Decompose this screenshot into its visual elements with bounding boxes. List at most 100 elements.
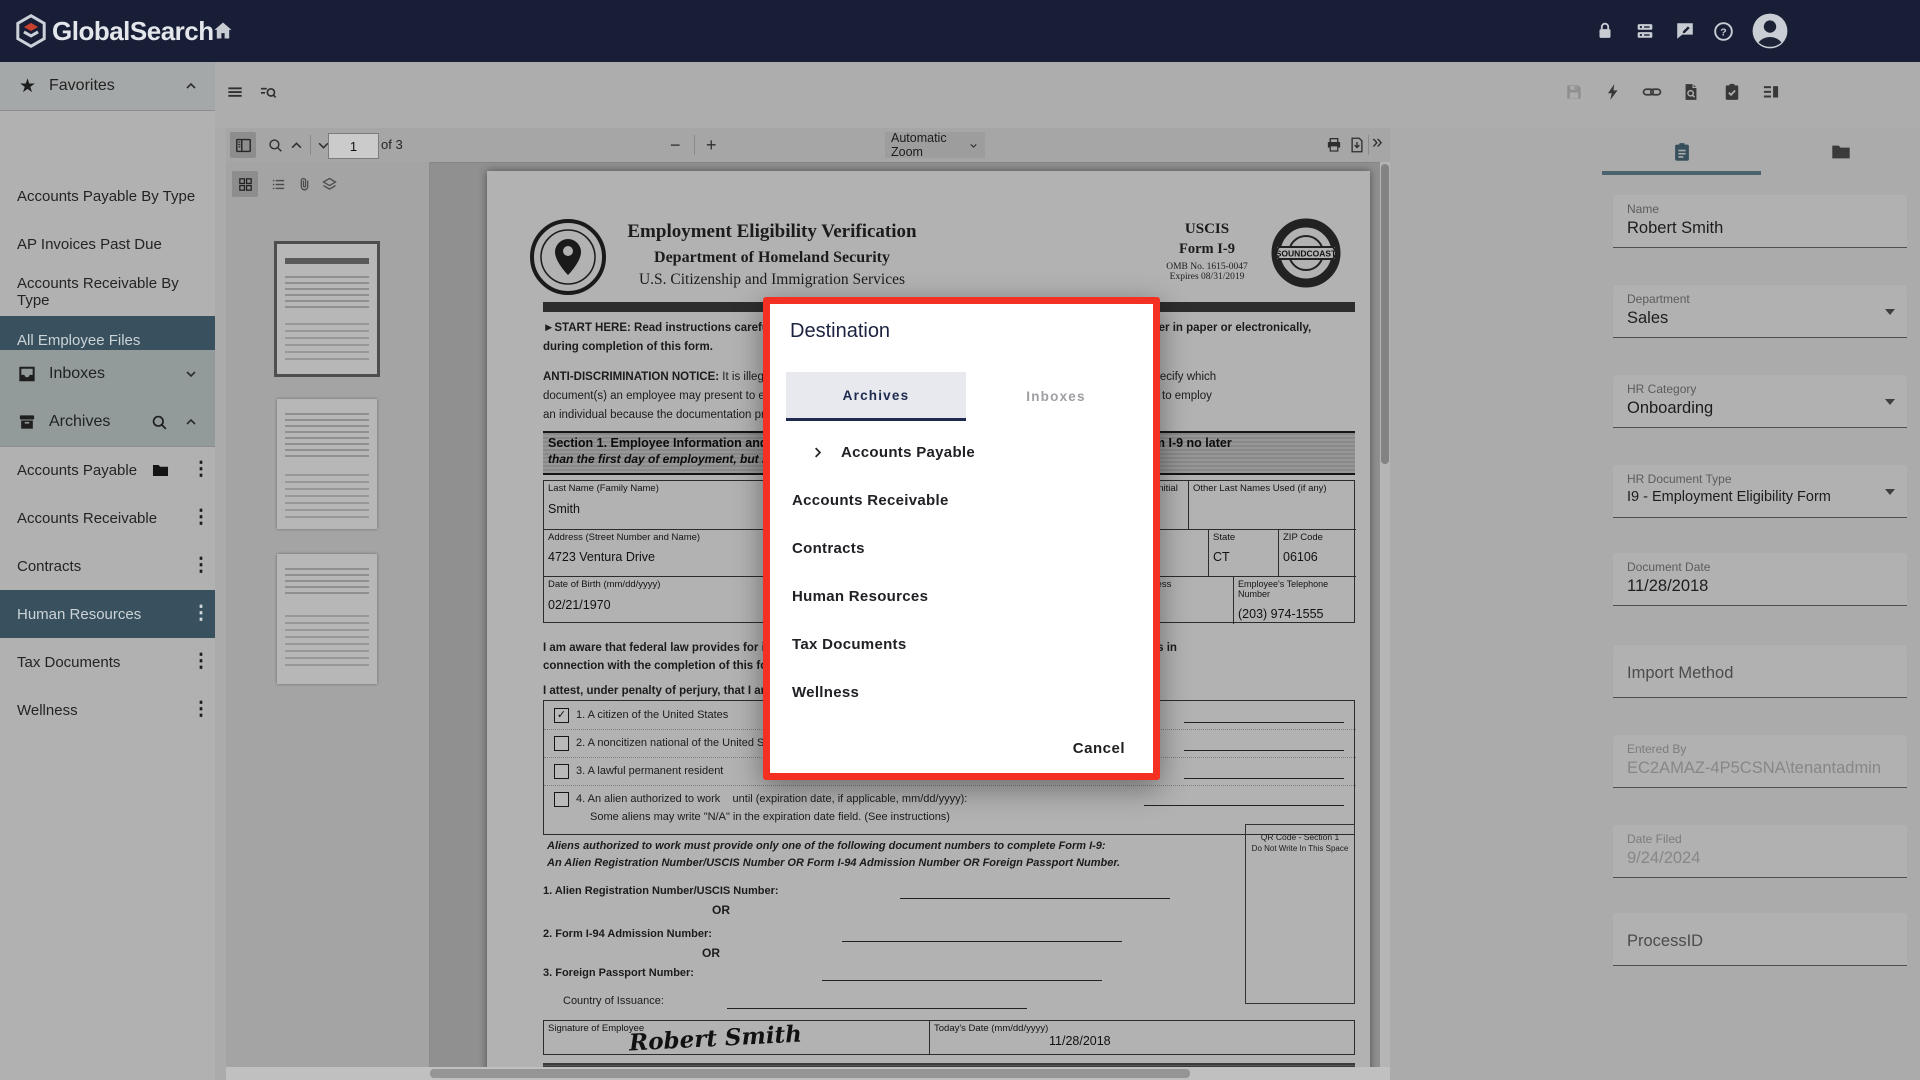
index-fields-panel: Name Robert Smith Department Sales HR Ca… bbox=[1602, 128, 1920, 1080]
chevron-up-icon[interactable] bbox=[183, 78, 199, 94]
archive-item-tax-documents[interactable]: Tax Documents ⋮ bbox=[0, 638, 215, 686]
panel-layout-icon[interactable] bbox=[1754, 75, 1788, 109]
help-icon[interactable]: ? bbox=[1706, 14, 1740, 48]
clipboard-icon bbox=[1671, 141, 1693, 163]
toolbar-divider bbox=[310, 135, 311, 155]
checkbox-empty bbox=[554, 764, 569, 779]
dialog-tab-archives[interactable]: Archives bbox=[786, 372, 966, 421]
field-document-date[interactable]: Document Date 11/28/2018 bbox=[1613, 553, 1907, 606]
destination-dialog: Destination Archives Inboxes Accounts Pa… bbox=[763, 297, 1160, 780]
tab-index-data[interactable] bbox=[1602, 128, 1761, 175]
inbox-icon bbox=[17, 364, 37, 384]
more-tools-icon[interactable]: » bbox=[1372, 132, 1383, 154]
page-number-input[interactable] bbox=[328, 133, 379, 159]
zoom-select[interactable]: Automatic Zoom bbox=[885, 132, 985, 158]
page-thumbnail-2[interactable] bbox=[277, 399, 377, 529]
attachments-icon[interactable] bbox=[291, 171, 317, 197]
cancel-button[interactable]: Cancel bbox=[1065, 734, 1133, 763]
field-hr-category[interactable]: HR Category Onboarding bbox=[1613, 375, 1907, 428]
toolbar-divider bbox=[1368, 135, 1369, 155]
chevron-right-icon[interactable] bbox=[810, 445, 825, 460]
layers-icon[interactable] bbox=[316, 171, 342, 197]
i94-number-line: 2. Form I-94 Admission Number: bbox=[543, 928, 712, 940]
kebab-menu-icon[interactable]: ⋮ bbox=[190, 459, 212, 481]
kebab-menu-icon[interactable]: ⋮ bbox=[190, 603, 212, 625]
field-date-filed: Date Filed 9/24/2024 bbox=[1613, 825, 1907, 878]
destination-item-accounts-receivable[interactable]: Accounts Receivable bbox=[770, 476, 1175, 524]
chevron-down-icon bbox=[968, 139, 979, 152]
lock-icon[interactable] bbox=[1588, 14, 1622, 48]
search-in-list-icon[interactable] bbox=[251, 75, 285, 109]
checkbox-label-4: 4. An alien authorized to work until (ex… bbox=[576, 793, 967, 805]
zoom-in-icon[interactable]: + bbox=[706, 135, 717, 156]
menu-hamburger-icon[interactable] bbox=[218, 75, 252, 109]
inboxes-section-header[interactable]: Inboxes bbox=[0, 350, 215, 399]
zoom-out-icon[interactable]: − bbox=[670, 135, 681, 156]
destination-item-wellness[interactable]: Wellness bbox=[770, 668, 1175, 716]
field-hr-document-type[interactable]: HR Document Type I9 - Employment Eligibi… bbox=[1613, 465, 1907, 518]
document-search-icon[interactable] bbox=[1674, 75, 1708, 109]
archive-item-human-resources[interactable]: Human Resources ⋮ bbox=[0, 590, 215, 638]
dropdown-arrow-icon[interactable] bbox=[1885, 399, 1895, 405]
folder-icon bbox=[151, 461, 170, 480]
chevron-up-icon[interactable] bbox=[183, 414, 199, 430]
field-department[interactable]: Department Sales bbox=[1613, 285, 1907, 338]
kebab-menu-icon[interactable]: ⋮ bbox=[190, 651, 212, 673]
field-import-method[interactable]: Import Method bbox=[1613, 645, 1907, 698]
star-icon: ★ bbox=[19, 75, 37, 98]
left-sidebar: ★ Favorites Accounts Payable By Type AP … bbox=[0, 62, 215, 1080]
field-process-id[interactable]: ProcessID bbox=[1613, 913, 1907, 966]
sidebar-item-accounts-receivable-by-type[interactable]: Accounts Receivable By Type bbox=[0, 268, 215, 316]
sidebar-item-accounts-payable-by-type[interactable]: Accounts Payable By Type bbox=[0, 172, 215, 220]
tab-folder[interactable] bbox=[1761, 128, 1920, 175]
chevron-down-icon[interactable] bbox=[183, 366, 199, 382]
destination-item-accounts-payable[interactable]: Accounts Payable bbox=[770, 428, 1153, 476]
destination-item-human-resources[interactable]: Human Resources bbox=[770, 572, 1175, 620]
destination-item-contracts[interactable]: Contracts bbox=[770, 524, 1175, 572]
vertical-scrollbar[interactable] bbox=[1380, 162, 1390, 1080]
apps-grid-icon[interactable] bbox=[1628, 14, 1662, 48]
feedback-chat-icon[interactable] bbox=[1668, 14, 1702, 48]
clipboard-check-icon[interactable] bbox=[1715, 75, 1749, 109]
checkbox-checked: ✓ bbox=[554, 708, 569, 723]
archive-item-accounts-receivable[interactable]: Accounts Receivable ⋮ bbox=[0, 494, 215, 542]
toggle-sidebar-icon[interactable] bbox=[230, 132, 256, 158]
field-name[interactable]: Name Robert Smith bbox=[1613, 195, 1907, 248]
search-icon[interactable] bbox=[150, 413, 169, 432]
download-icon[interactable] bbox=[1344, 132, 1370, 158]
toolbar-divider bbox=[694, 135, 695, 155]
kebab-menu-icon[interactable]: ⋮ bbox=[190, 555, 212, 577]
horizontal-scrollbar[interactable] bbox=[226, 1067, 1390, 1080]
page-thumbnail-1[interactable] bbox=[277, 244, 377, 374]
soundcoast-logo: SOUNDCOAST bbox=[1269, 216, 1343, 290]
folder-icon bbox=[1830, 141, 1852, 163]
dropdown-arrow-icon[interactable] bbox=[1885, 309, 1895, 315]
save-button[interactable] bbox=[1557, 75, 1591, 109]
archive-item-contracts[interactable]: Contracts ⋮ bbox=[0, 542, 215, 590]
checkbox-label-4b: Some aliens may write "N/A" in the expir… bbox=[590, 811, 950, 823]
favorites-section-header[interactable]: ★ Favorites bbox=[0, 62, 215, 111]
previous-page-icon[interactable] bbox=[285, 132, 307, 158]
country-of-issuance-line: Country of Issuance: bbox=[563, 995, 664, 1007]
kebab-menu-icon[interactable]: ⋮ bbox=[190, 699, 212, 721]
page-thumbnail-3[interactable] bbox=[277, 554, 377, 684]
home-button[interactable] bbox=[206, 14, 240, 48]
checkbox-label-3: 3. A lawful permanent resident bbox=[576, 765, 723, 777]
user-avatar[interactable] bbox=[1751, 12, 1789, 50]
app-title: GlobalSearch bbox=[52, 16, 214, 47]
archives-section-header[interactable]: Archives bbox=[0, 398, 215, 447]
thumbnail-view-icon[interactable] bbox=[232, 171, 258, 197]
globalsearch-app: GlobalSearch ? ★ Favorites Accounts Paya… bbox=[0, 0, 1920, 1080]
dropdown-arrow-icon[interactable] bbox=[1885, 489, 1895, 495]
link-icon[interactable] bbox=[1635, 75, 1669, 109]
page-count-label: of 3 bbox=[381, 137, 403, 152]
sidebar-item-ap-invoices-past-due[interactable]: AP Invoices Past Due bbox=[0, 220, 215, 268]
thumbnail-panel bbox=[226, 162, 430, 1080]
kebab-menu-icon[interactable]: ⋮ bbox=[190, 507, 212, 529]
archive-item-accounts-payable[interactable]: Accounts Payable ⋮ bbox=[0, 446, 215, 494]
outline-view-icon[interactable] bbox=[265, 171, 291, 197]
workflow-lightning-icon[interactable] bbox=[1596, 75, 1630, 109]
archive-item-wellness[interactable]: Wellness ⋮ bbox=[0, 686, 215, 734]
destination-item-tax-documents[interactable]: Tax Documents bbox=[770, 620, 1175, 668]
dialog-tab-inboxes[interactable]: Inboxes bbox=[966, 372, 1146, 421]
